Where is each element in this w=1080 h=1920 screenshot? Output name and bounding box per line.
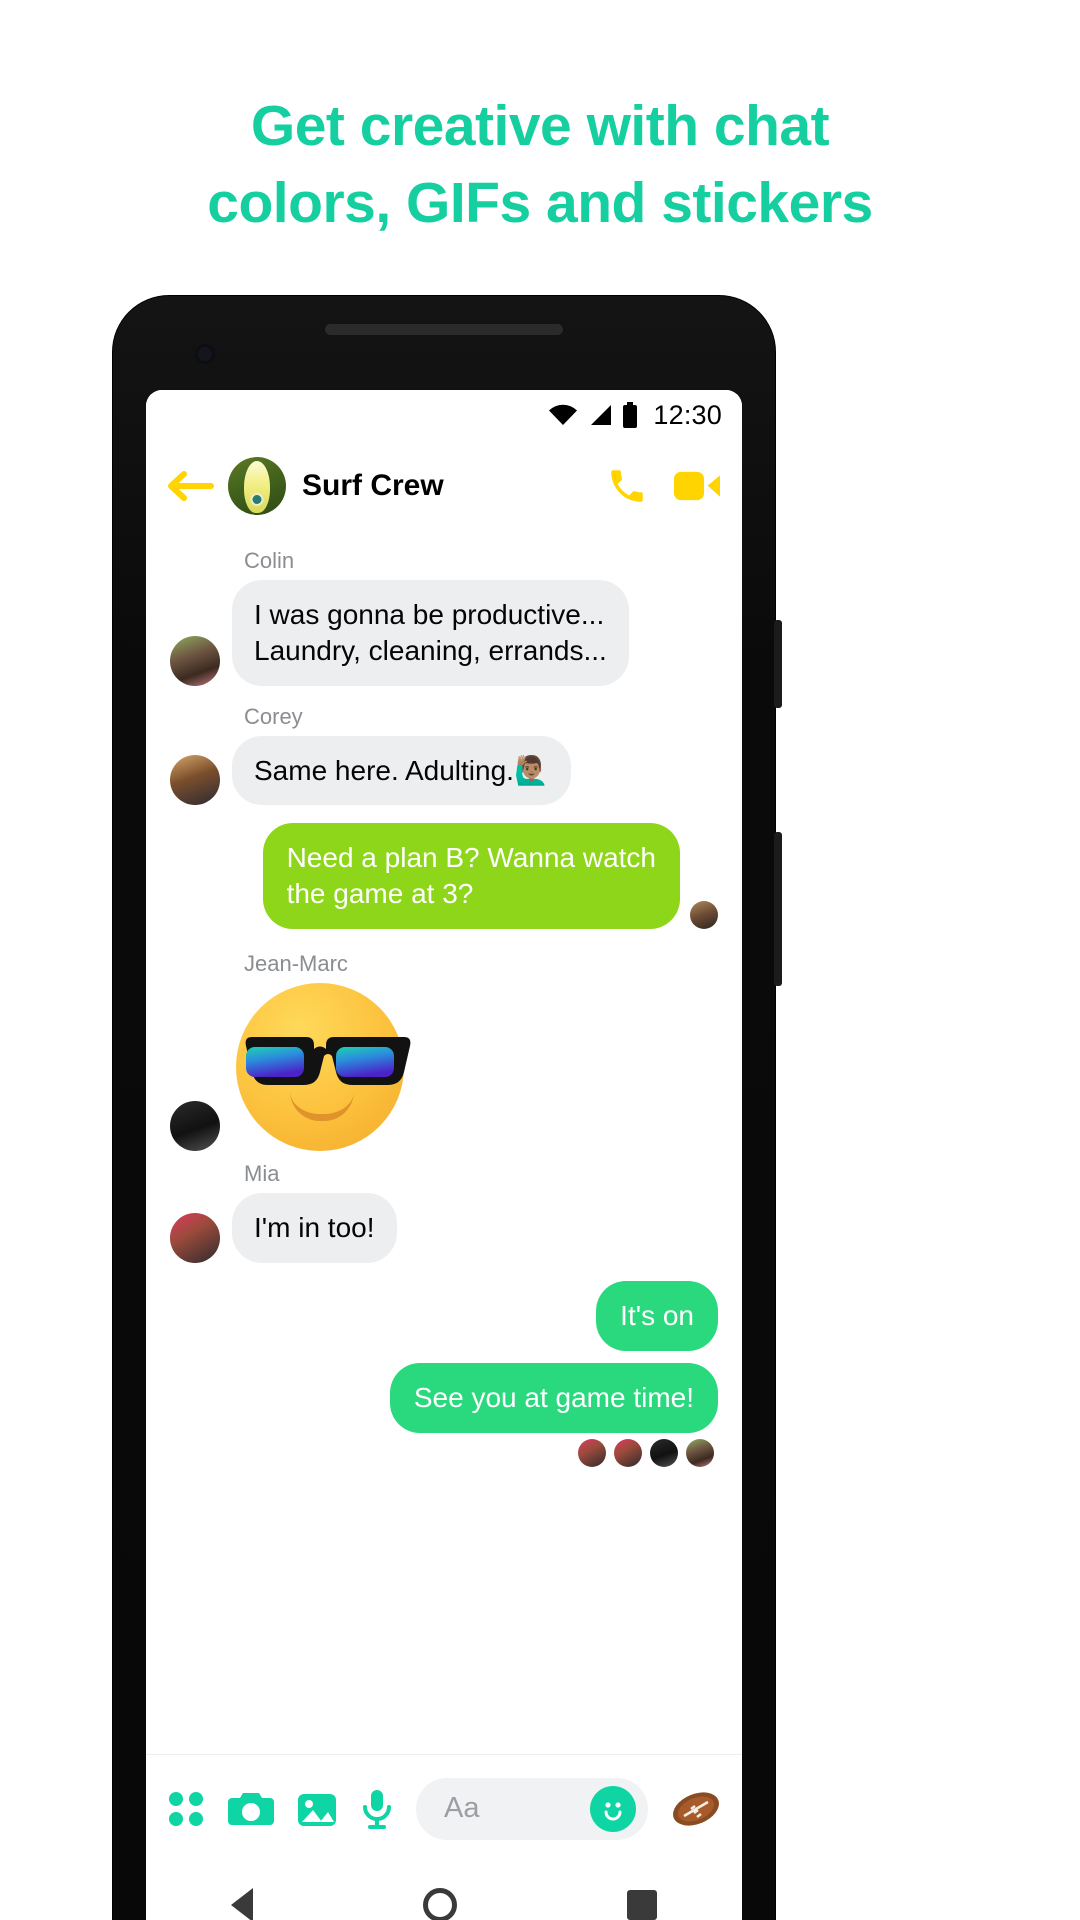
message-text-line: It's on — [620, 1299, 694, 1331]
sender-name: Jean-Marc — [244, 951, 348, 977]
message-bubble[interactable]: It's on — [596, 1280, 718, 1351]
avatar[interactable] — [170, 755, 220, 806]
message-text-line: Laundry, cleaning, errands... — [254, 634, 607, 666]
sender-name: Corey — [244, 703, 303, 729]
back-arrow-icon[interactable] — [164, 464, 216, 508]
phone-mockup: 12:30 Surf Crew Colin I was gonna be pro… — [113, 296, 782, 1920]
message-bubble[interactable]: I was gonna be productive... Laundry, cl… — [232, 580, 629, 686]
avatar[interactable] — [614, 1438, 642, 1467]
message-row: See you at game time! — [170, 1362, 718, 1433]
message-text-line: Same here. Adulting.🙋🏽‍♂️ — [254, 754, 549, 786]
microphone-icon[interactable] — [360, 1788, 394, 1830]
headline-line-1: Get creative with chat — [250, 94, 830, 158]
video-call-icon[interactable] — [674, 465, 720, 507]
nav-home-circle-icon[interactable] — [423, 1888, 457, 1920]
sender-name: Colin — [244, 548, 295, 573]
sunglasses-smiling-face-sticker[interactable] — [236, 983, 411, 1152]
message-text-line: the game at 3? — [286, 878, 474, 910]
earpiece-speaker-icon — [325, 324, 563, 335]
nav-recents-square-icon[interactable] — [627, 1890, 657, 1920]
avatar[interactable] — [686, 1438, 714, 1467]
chat-header-actions — [606, 465, 720, 507]
avatar[interactable] — [170, 1101, 220, 1152]
volume-button[interactable] — [774, 832, 782, 986]
battery-icon — [623, 402, 638, 428]
avatar[interactable] — [650, 1438, 678, 1467]
message-text-line: See you at game time! — [413, 1381, 694, 1413]
seen-by-avatars — [170, 1438, 714, 1467]
front-camera-icon — [195, 344, 215, 364]
football-sticker-icon[interactable] — [670, 1787, 722, 1831]
voice-call-icon[interactable] — [606, 465, 648, 507]
message-text-line: Need a plan B? Wanna watch — [286, 842, 656, 874]
search-input-placeholder: Aa — [444, 1792, 480, 1824]
message-text-line: I'm in too! — [254, 1212, 375, 1244]
avatar[interactable] — [578, 1438, 606, 1467]
camera-icon[interactable] — [228, 1789, 274, 1829]
message-row: It's on — [170, 1280, 718, 1351]
chat-header: Surf Crew — [146, 440, 742, 532]
apps-grid-icon[interactable] — [166, 1789, 206, 1829]
status-bar-time: 12:30 — [653, 399, 722, 430]
wifi-icon — [549, 404, 578, 425]
page-title: Get creative with chat colors, GIFs and … — [0, 88, 1080, 242]
message-bubble[interactable]: Same here. Adulting.🙋🏽‍♂️ — [232, 735, 571, 806]
message-text-line: I was gonna be productive... — [254, 599, 605, 630]
message-row: Same here. Adulting.🙋🏽‍♂️ — [170, 735, 718, 806]
sender-name: Mia — [244, 1161, 280, 1187]
avatar[interactable] — [228, 457, 286, 515]
message-row — [170, 983, 718, 1152]
promo-screenshot: Get creative with chat colors, GIFs and … — [0, 0, 1080, 1920]
avatar[interactable] — [690, 901, 718, 930]
phone-screen: 12:30 Surf Crew Colin I was gonna be pro… — [146, 390, 742, 1920]
android-nav-bar — [146, 1862, 742, 1920]
nav-back-triangle-icon[interactable] — [231, 1888, 253, 1920]
message-input-wrapper[interactable]: Aa — [416, 1777, 648, 1840]
status-bar: 12:30 — [146, 390, 742, 440]
message-row: I'm in too! — [170, 1193, 718, 1263]
message-bubble[interactable]: Need a plan B? Wanna watch the game at 3… — [262, 823, 680, 930]
message-thread[interactable]: Colin I was gonna be productive... Laund… — [146, 532, 742, 1754]
message-row: I was gonna be productive... Laundry, cl… — [170, 580, 718, 686]
page-title: Surf Crew — [302, 469, 444, 502]
avatar[interactable] — [170, 635, 220, 686]
power-button[interactable] — [774, 620, 782, 708]
smiley-face-icon[interactable] — [590, 1785, 636, 1832]
sunglasses-icon — [236, 1037, 411, 1086]
message-bubble[interactable]: See you at game time! — [389, 1362, 718, 1433]
message-composer: Aa — [146, 1754, 742, 1862]
message-bubble[interactable]: I'm in too! — [232, 1193, 397, 1263]
headline-line-2: colors, GIFs and stickers — [207, 170, 873, 235]
gallery-icon[interactable] — [296, 1789, 338, 1829]
avatar[interactable] — [170, 1212, 220, 1263]
cellular-signal-icon — [591, 405, 612, 425]
message-row: Need a plan B? Wanna watch the game at 3… — [170, 823, 718, 930]
